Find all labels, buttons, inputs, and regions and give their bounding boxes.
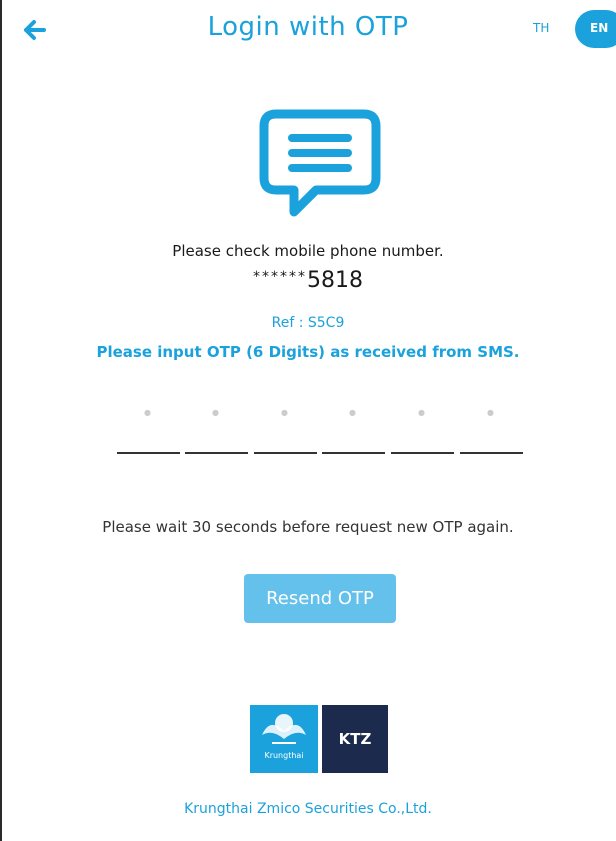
otp-underline [322,452,385,454]
otp-digit-3[interactable]: ● [254,400,317,454]
page-left-border [0,0,2,841]
otp-underline [460,452,523,454]
otp-underline [254,452,317,454]
placeholder-dot-icon: ● [487,408,494,417]
language-th-button[interactable]: TH [533,21,549,35]
placeholder-dot-icon: ● [281,408,288,417]
krungthai-logo: Krungthai [250,705,318,773]
phone-suffix: 5818 [307,268,363,293]
check-phone-text: Please check mobile phone number. [172,242,444,260]
ktz-logo: KTZ [322,705,388,773]
placeholder-dot-icon: ● [144,408,151,417]
otp-digit-2[interactable]: ● [185,400,248,454]
otp-digit-5[interactable]: ● [391,400,454,454]
page-title: Login with OTP [207,12,409,42]
otp-digit-6[interactable]: ● [460,400,523,454]
company-name: Krungthai Zmico Securities Co.,Ltd. [184,801,432,817]
krungthai-logo-text: Krungthai [264,751,304,760]
phone-mask: ****** [253,269,307,285]
krungthai-bird-icon [262,714,306,744]
otp-digit-4[interactable]: ● [322,400,385,454]
otp-underline [391,452,454,454]
otp-underline [185,452,248,454]
otp-reference: Ref : S5C9 [271,315,345,331]
language-en-button[interactable]: EN [575,10,616,48]
otp-underline [117,452,180,454]
masked-phone-number: ******5818 [0,268,616,293]
otp-instruction: Please input OTP (6 Digits) as received … [96,343,520,361]
placeholder-dot-icon: ● [418,408,425,417]
placeholder-dot-icon: ● [349,408,356,417]
placeholder-dot-icon: ● [212,408,219,417]
resend-otp-button[interactable]: Resend OTP [244,574,396,623]
chat-bubble-icon [259,109,381,217]
otp-digit-1[interactable]: ● [117,400,180,454]
otp-input-row: ● ● ● ● ● ● [117,400,523,454]
resend-wait-text: Please wait 30 seconds before request ne… [102,518,514,536]
